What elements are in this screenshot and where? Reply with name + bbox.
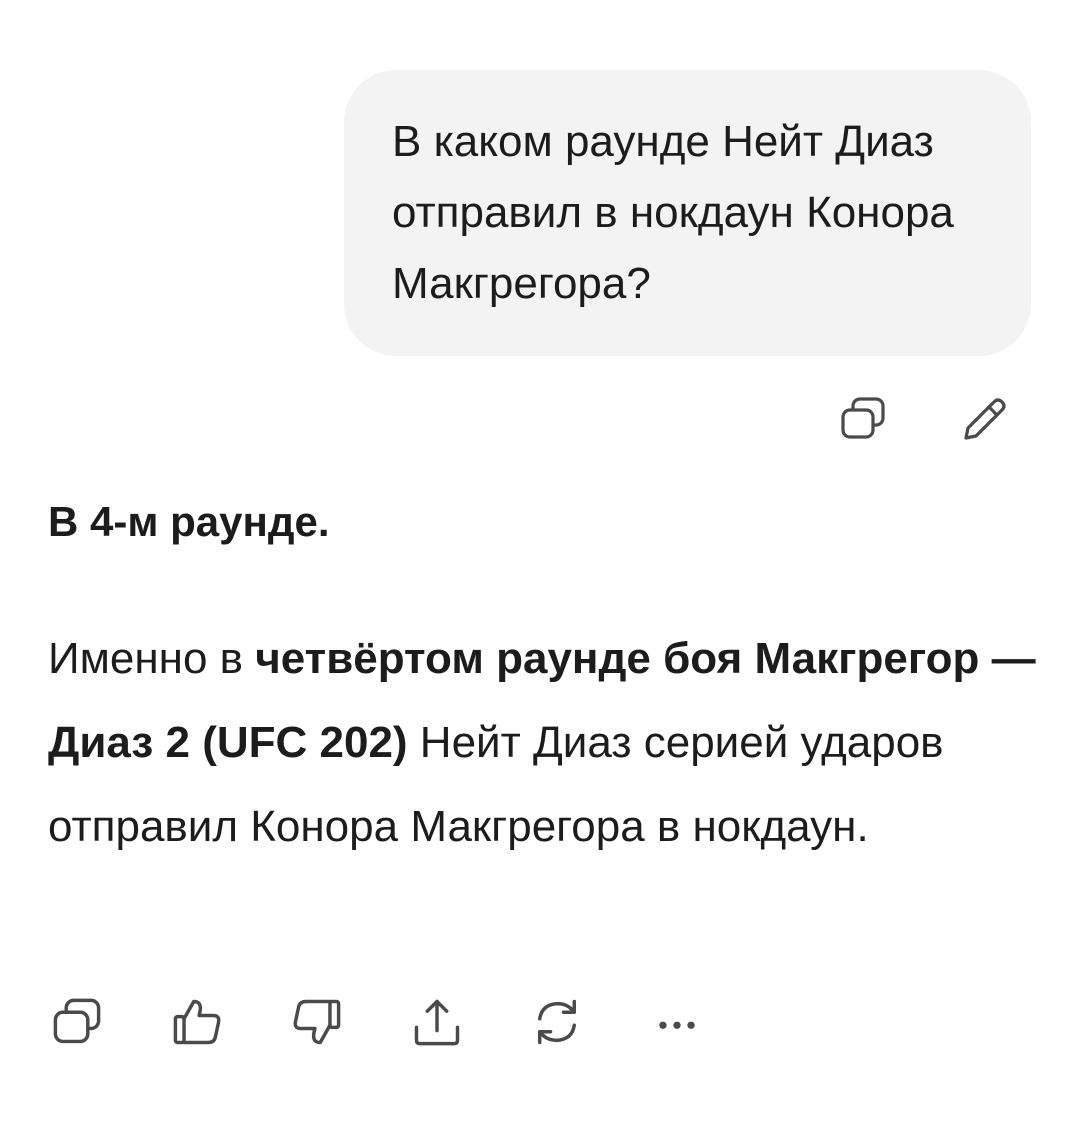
share-button[interactable] <box>408 994 466 1050</box>
like-button[interactable] <box>168 994 226 1050</box>
user-message-bubble: В каком раунде Нейт Диаз отправил в нокд… <box>344 70 1031 356</box>
assistant-action-bar <box>48 994 728 1050</box>
user-message-text: В каком раунде Нейт Диаз отправил в нокд… <box>392 117 954 308</box>
copy-icon <box>50 995 104 1049</box>
regenerate-icon <box>530 995 584 1049</box>
edit-user-message-button[interactable] <box>956 392 1010 446</box>
answer-text-part-1: Именно в <box>48 634 256 683</box>
share-icon <box>410 995 464 1049</box>
copy-icon <box>838 394 888 444</box>
more-options-button[interactable] <box>648 994 706 1050</box>
dislike-button[interactable] <box>288 994 346 1050</box>
answer-body: Именно в четвёртом раунде боя Макгрегор … <box>48 617 1038 869</box>
copy-user-message-button[interactable] <box>836 392 890 446</box>
copy-answer-button[interactable] <box>48 994 106 1050</box>
answer-title: В 4-м раунде. <box>48 498 330 545</box>
edit-pencil-icon <box>958 394 1008 444</box>
regenerate-button[interactable] <box>528 994 586 1050</box>
thumbs-down-icon <box>290 995 344 1049</box>
more-icon <box>650 995 704 1049</box>
thumbs-up-icon <box>170 995 224 1049</box>
